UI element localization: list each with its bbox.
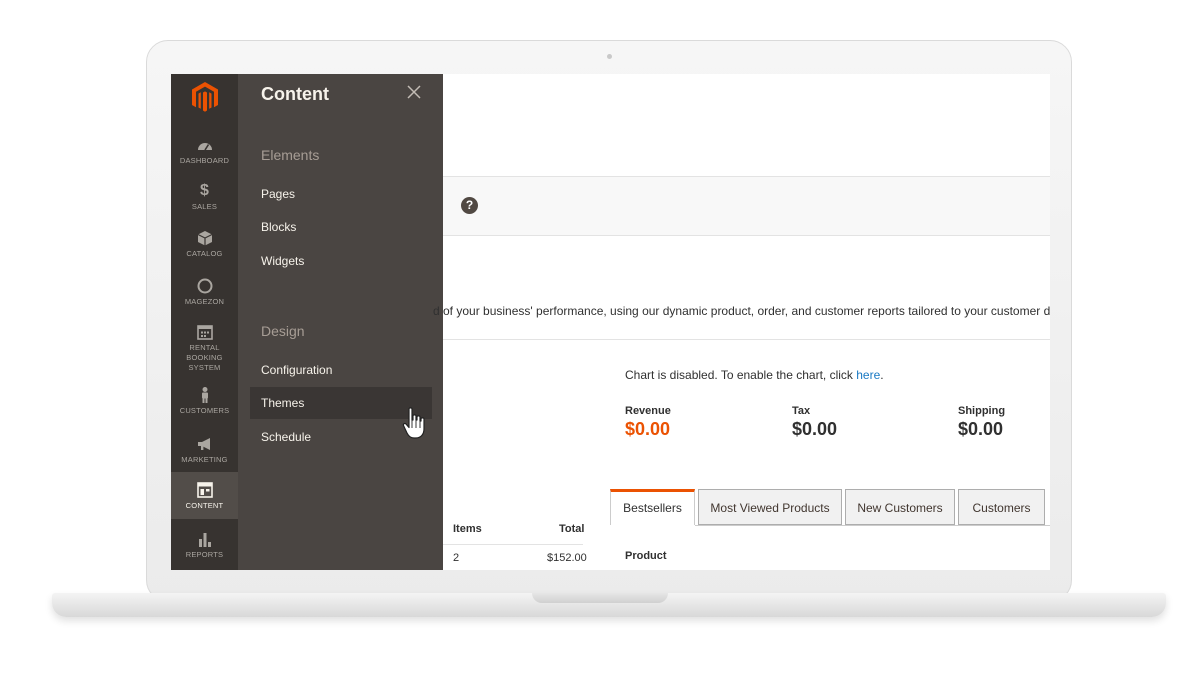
box-icon	[197, 231, 212, 246]
shipping-stat: Shipping $0.00	[958, 405, 1005, 440]
sidebar-item-label: CATALOG	[186, 249, 223, 258]
sidebar-item-magezon[interactable]: MAGEZON	[171, 277, 238, 307]
flyout-link-blocks[interactable]: Blocks	[250, 211, 432, 243]
sidebar-item-rental-booking-system[interactable]: RENTAL BOOKING SYSTEM	[171, 323, 238, 373]
tab-customers[interactable]: Customers	[958, 489, 1045, 525]
sidebar-item-label: CONTENT	[185, 501, 224, 510]
table-divider	[443, 544, 583, 545]
sidebar-item-label: MARKETING	[181, 455, 228, 464]
table-header-items: Items	[453, 523, 482, 535]
flyout-link-configuration[interactable]: Configuration	[250, 354, 432, 386]
flyout-link-widgets[interactable]: Widgets	[250, 245, 432, 277]
flyout-link-pages[interactable]: Pages	[250, 178, 432, 210]
sidebar-item-dashboard[interactable]: DASHBOARD	[171, 136, 238, 166]
chart-message-text: Chart is disabled. To enable the chart, …	[625, 368, 857, 382]
circle-icon	[197, 278, 212, 294]
revenue-value: $0.00	[625, 419, 671, 439]
dollar-icon: $	[199, 182, 210, 199]
sidebar-item-label: DASHBOARD	[179, 156, 230, 165]
tax-label: Tax	[792, 405, 811, 417]
tab-most-viewed-products[interactable]: Most Viewed Products	[698, 489, 842, 525]
tab-bar-line	[695, 525, 1050, 526]
dashboard-toolbar: ?	[443, 176, 1050, 236]
close-icon[interactable]	[406, 84, 422, 100]
sidebar-item-customers[interactable]: CUSTOMERS	[171, 386, 238, 416]
hand-pointer-icon	[402, 407, 425, 439]
tax-stat: Tax $0.00	[792, 405, 837, 440]
chart-message-suffix: .	[880, 368, 884, 382]
sidebar-item-reports[interactable]: REPORTS	[171, 530, 238, 560]
sidebar-item-catalog[interactable]: CATALOG	[171, 229, 238, 259]
sidebar-item-marketing[interactable]: MARKETING	[171, 435, 238, 465]
laptop-notch	[532, 593, 668, 603]
table-header-total: Total	[559, 523, 585, 535]
camera-dot	[607, 54, 612, 59]
enable-chart-link[interactable]: here	[856, 368, 880, 382]
sidebar-item-sales[interactable]: $ SALES	[171, 182, 238, 212]
magento-logo-icon	[192, 82, 218, 112]
dashboard-description: d of your business' performance, using o…	[433, 304, 1050, 318]
layout-icon	[196, 482, 213, 498]
flyout-section-design: Design	[261, 323, 305, 339]
sidebar-item-label: MAGEZON	[184, 297, 225, 306]
dashboard-icon	[197, 143, 212, 151]
sidebar-item-label: REPORTS	[185, 550, 224, 559]
table-cell-items: 2	[453, 552, 460, 564]
product-column-header: Product	[625, 550, 667, 562]
admin-sidebar: DASHBOARD $ SALES CATALOG MAGEZON RENTAL…	[171, 74, 238, 570]
shipping-value: $0.00	[958, 419, 1004, 439]
sidebar-item-label: RENTAL BOOKING SYSTEM	[186, 343, 223, 372]
tab-new-customers[interactable]: New Customers	[845, 489, 955, 525]
tab-bestsellers[interactable]: Bestsellers	[610, 489, 695, 525]
flyout-title: Content	[261, 84, 329, 104]
dashboard-main: ? d of your business' performance, using…	[433, 74, 1050, 570]
revenue-stat: Revenue $0.00	[625, 405, 671, 440]
section-divider	[443, 339, 1050, 340]
table-cell-total: $152.00	[547, 552, 587, 564]
tax-value: $0.00	[792, 419, 838, 439]
screen: DASHBOARD $ SALES CATALOG MAGEZON RENTAL…	[171, 74, 1050, 570]
sidebar-item-label: CUSTOMERS	[179, 406, 230, 415]
sidebar-item-label: SALES	[191, 202, 218, 211]
calendar-icon	[196, 325, 213, 340]
flyout-section-elements: Elements	[261, 147, 320, 163]
help-icon[interactable]: ?	[461, 197, 478, 214]
chart-disabled-message: Chart is disabled. To enable the chart, …	[625, 368, 884, 382]
revenue-label: Revenue	[625, 405, 671, 417]
person-icon	[201, 387, 208, 403]
sidebar-item-content[interactable]: CONTENT	[171, 472, 238, 519]
content-flyout-menu: Content Elements Pages Blocks Widgets De…	[238, 74, 443, 570]
shipping-label: Shipping	[958, 405, 1006, 417]
bar-chart-icon	[198, 533, 211, 547]
megaphone-icon	[197, 438, 210, 450]
